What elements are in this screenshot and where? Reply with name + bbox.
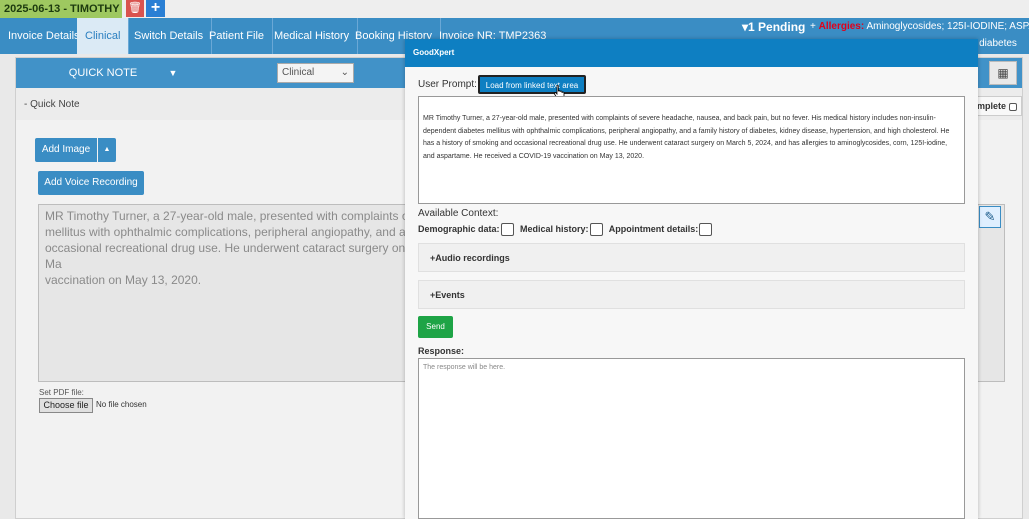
checkbox-icon — [1008, 102, 1017, 111]
appointment-details-checkbox[interactable] — [699, 223, 713, 236]
pdf-file-label: Set PDF file: — [39, 388, 84, 397]
demographic-data-checkbox[interactable] — [500, 223, 514, 236]
quick-note-textarea[interactable]: MR Timothy Turner, a 27-year-old male, p… — [38, 204, 421, 382]
clinical-select-value: Clinical — [282, 67, 315, 78]
complete-checkbox[interactable]: mplete — [972, 96, 1022, 116]
user-prompt-textarea[interactable]: MR Timothy Turner, a 27-year-old male, p… — [418, 96, 965, 204]
demographic-data-label: Demographic data: — [418, 223, 500, 234]
edit-icon[interactable]: ✎ — [979, 206, 1001, 228]
add-voice-recording-button[interactable]: Add Voice Recording — [38, 171, 144, 195]
choose-file-button[interactable]: Choose file — [39, 398, 93, 413]
top-bar: 2025-06-13 - TIMOTHY 🗑 + — [0, 0, 1029, 18]
user-prompt-label: User Prompt: — [418, 79, 477, 90]
modal-header: GoodXpert — [405, 39, 978, 67]
medical-history-checkbox[interactable] — [589, 223, 603, 236]
load-linked-text-button[interactable]: Load from linked text area — [478, 75, 586, 94]
audio-recordings-section[interactable]: +Audio recordings — [418, 243, 965, 272]
tab-clinical[interactable]: Clinical — [77, 18, 130, 54]
available-context-label: Available Context: — [418, 208, 499, 219]
quick-note-button[interactable]: QUICK NOTE — [28, 61, 178, 85]
allergies-text: Aminoglycosides; 125I-IODINE; ASPART — [866, 21, 1029, 32]
events-section[interactable]: +Events — [418, 280, 965, 309]
patient-session-tab[interactable]: 2025-06-13 - TIMOTHY — [0, 0, 122, 18]
no-file-text: No file chosen — [96, 400, 147, 409]
tab-switch-details[interactable]: Switch Details — [126, 18, 213, 54]
plus-icon[interactable]: + — [146, 0, 165, 17]
audio-recordings-title: +Audio recordings — [430, 253, 510, 263]
caret-up-icon[interactable]: ▲ — [98, 138, 116, 162]
modal-title: GoodXpert — [413, 48, 455, 57]
response-placeholder: The response will be here. — [423, 364, 506, 371]
calendar-icon[interactable]: ▦ — [989, 61, 1017, 85]
trash-icon[interactable]: 🗑 — [126, 0, 144, 17]
clinical-select[interactable]: Clinical ⌄ — [277, 63, 354, 83]
quick-note-text: MR Timothy Turner, a 27-year-old male, p… — [45, 209, 421, 287]
add-image-button[interactable]: Add Image — [35, 138, 97, 162]
response-textarea[interactable]: The response will be here. — [418, 358, 965, 519]
tab-invoice-details[interactable]: Invoice Details — [0, 18, 89, 54]
pending-badge[interactable]: ▾1 Pending — [742, 20, 805, 34]
quick-note-section-label[interactable]: - Quick Note — [24, 99, 80, 110]
context-options: Demographic data: Medical history: Appoi… — [418, 223, 716, 236]
medical-history-label: Medical history: — [520, 223, 589, 234]
appointment-details-label: Appointment details: — [608, 223, 699, 234]
response-label: Response: — [418, 346, 465, 356]
complete-label: mplete — [977, 101, 1007, 111]
goodxpert-modal: GoodXpert User Prompt: Load from linked … — [405, 39, 978, 519]
tab-medical-history[interactable]: Medical History — [266, 18, 359, 54]
caret-down-icon[interactable]: ▼ — [160, 62, 186, 84]
allergies-label: Allergies: — [818, 21, 865, 32]
tab-patient-file[interactable]: Patient File — [201, 18, 274, 54]
chevron-down-icon: ⌄ — [340, 67, 349, 78]
send-button[interactable]: Send — [418, 316, 453, 338]
events-title: +Events — [430, 290, 465, 300]
allergies-info: + Allergies: Aminoglycosides; 125I-IODIN… — [810, 21, 1029, 32]
user-prompt-text: MR Timothy Turner, a 27-year-old male, p… — [423, 115, 950, 160]
